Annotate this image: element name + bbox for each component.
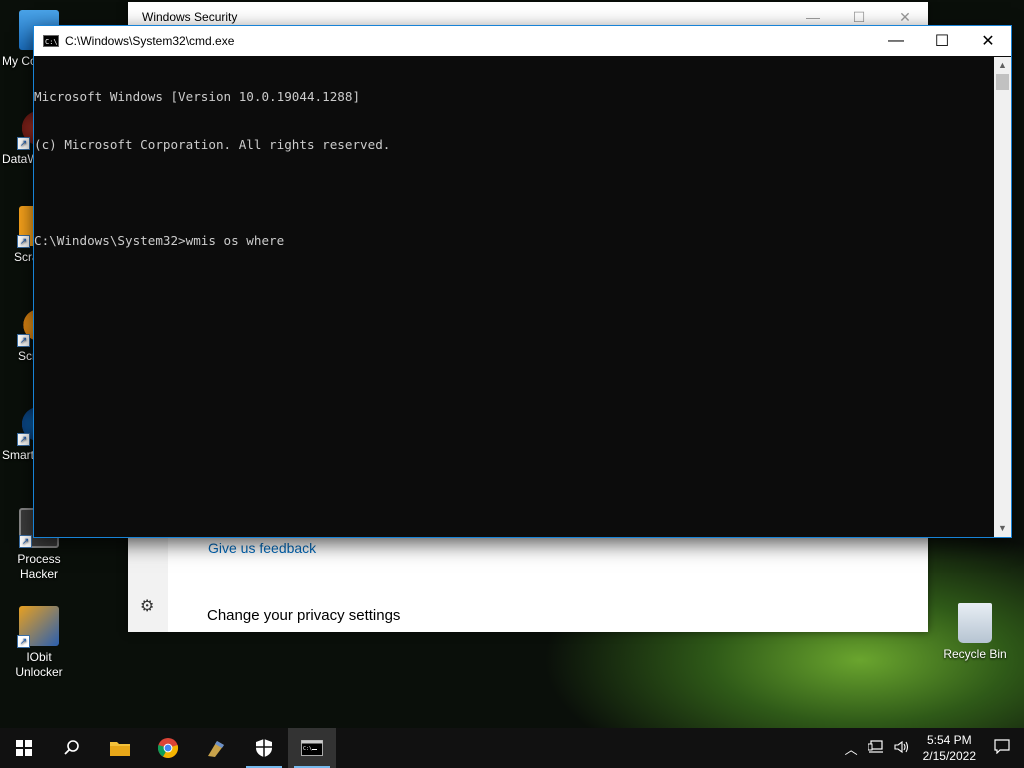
windows-logo-icon — [16, 740, 32, 756]
unlocker-icon: ↗ — [17, 606, 59, 648]
security-close-button[interactable]: ✕ — [882, 9, 928, 26]
clock-date: 2/15/2022 — [922, 749, 976, 763]
cmd-icon: C:\ — [301, 740, 323, 756]
cmd-app-icon: C:\ — [43, 35, 59, 47]
taskbar: C:\ ︿ 5:54 PM 2/15/2022 — [0, 728, 1024, 768]
taskbar-chrome[interactable] — [144, 728, 192, 768]
shield-icon — [256, 739, 272, 757]
cmd-titlebar[interactable]: C:\ C:\Windows\System32\cmd.exe — ☐ ✕ — [34, 26, 1011, 56]
scroll-down-arrow-icon[interactable]: ▼ — [994, 520, 1011, 537]
privacy-settings-link[interactable]: Change your privacy settings — [207, 607, 400, 624]
shortcut-arrow-icon: ↗ — [17, 334, 30, 347]
app-icon — [208, 741, 224, 757]
system-tray: ︿ 5:54 PM 2/15/2022 — [840, 728, 1024, 768]
security-window-title: Windows Security — [142, 10, 238, 24]
taskbar-search-button[interactable] — [48, 728, 96, 768]
cmd-maximize-button[interactable]: ☐ — [919, 26, 965, 56]
cmd-window[interactable]: C:\ C:\Windows\System32\cmd.exe — ☐ ✕ Mi… — [34, 26, 1011, 537]
shortcut-arrow-icon: ↗ — [17, 433, 30, 446]
console-line: (c) Microsoft Corporation. All rights re… — [34, 137, 391, 152]
gear-icon[interactable]: ⚙ — [140, 596, 154, 616]
chrome-icon — [157, 738, 179, 758]
taskbar-app[interactable] — [192, 728, 240, 768]
give-feedback-link[interactable]: Give us feedback — [208, 540, 316, 556]
console-line: Microsoft Windows [Version 10.0.19044.12… — [34, 89, 361, 104]
console-prompt-line[interactable]: C:\Windows\System32>wmis os where — [34, 233, 994, 249]
cmd-scrollbar[interactable]: ▲ ▼ — [994, 57, 1011, 537]
shortcut-arrow-icon: ↗ — [17, 235, 30, 248]
desktop-icon-recycle-bin[interactable]: Recycle Bin — [938, 603, 1012, 662]
shortcut-arrow-icon: ↗ — [17, 137, 30, 150]
taskbar-clock[interactable]: 5:54 PM 2/15/2022 — [915, 732, 984, 764]
cmd-close-button[interactable]: ✕ — [965, 26, 1011, 56]
volume-icon[interactable] — [889, 740, 915, 757]
shortcut-arrow-icon: ↗ — [19, 535, 32, 548]
notification-icon — [994, 739, 1010, 755]
scroll-up-arrow-icon[interactable]: ▲ — [994, 57, 1011, 74]
console-output[interactable]: Microsoft Windows [Version 10.0.19044.12… — [34, 57, 994, 537]
chevron-up-icon[interactable]: ︿ — [840, 739, 863, 758]
scroll-thumb[interactable] — [996, 74, 1009, 90]
recycle-bin-icon — [958, 603, 992, 643]
clock-time: 5:54 PM — [926, 733, 972, 747]
taskbar-cmd[interactable]: C:\ — [288, 728, 336, 768]
start-button[interactable] — [0, 728, 48, 768]
action-center-button[interactable] — [984, 739, 1024, 757]
taskbar-windows-security[interactable] — [240, 728, 288, 768]
search-icon — [64, 740, 79, 755]
folder-icon — [110, 742, 130, 756]
security-maximize-button[interactable]: ☐ — [836, 9, 882, 26]
network-icon[interactable] — [863, 739, 889, 757]
taskbar-file-explorer[interactable] — [96, 728, 144, 768]
cmd-minimize-button[interactable]: — — [873, 26, 919, 56]
security-minimize-button[interactable]: — — [790, 9, 836, 26]
cmd-window-title: C:\Windows\System32\cmd.exe — [65, 34, 235, 48]
svg-text:C:\: C:\ — [303, 746, 312, 752]
desktop-icon-iobit-unlocker[interactable]: ↗ IObit Unlocker — [2, 606, 76, 680]
shortcut-arrow-icon: ↗ — [17, 635, 30, 648]
